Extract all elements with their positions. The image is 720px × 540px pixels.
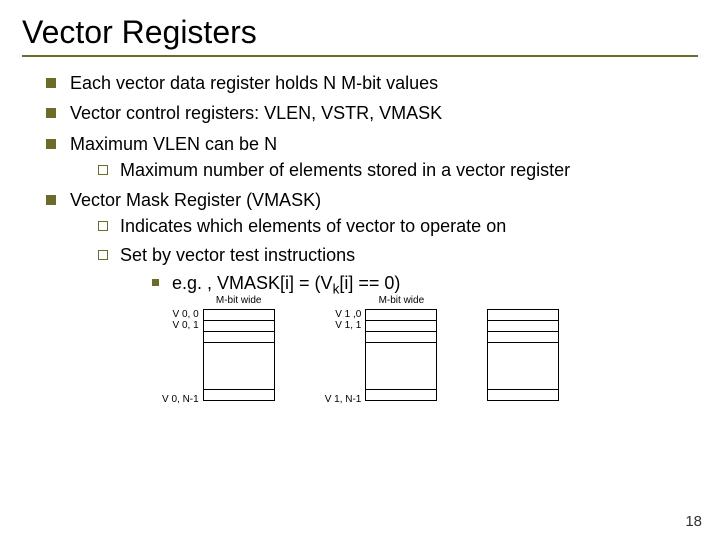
bullet-4b1-post: [i] == 0) (339, 273, 400, 293)
bullet-4: Vector Mask Register (VMASK) Indicates w… (46, 188, 698, 299)
register-v1-column: M-bit wide (365, 309, 437, 400)
label-v0-0: V 0, 0 (162, 309, 199, 320)
width-label-v0: M-bit wide (203, 295, 275, 306)
register-v0-column: M-bit wide (203, 309, 275, 400)
reg-gap (203, 342, 275, 390)
reg-gap (487, 342, 559, 390)
title-rule (22, 55, 698, 57)
register-diagrams: V 0, 0 V 0, 1 V 0, N-1 M-bit wide V 1 ,0 (22, 309, 698, 405)
bullet-3-text: Maximum VLEN can be N (70, 134, 277, 154)
register-v0-group: V 0, 0 V 0, 1 V 0, N-1 M-bit wide (162, 309, 275, 405)
label-v0-1: V 0, 1 (162, 320, 199, 331)
reg-cell (203, 389, 275, 401)
register-extra-column (487, 309, 559, 400)
bullet-4b: Set by vector test instructions e.g. , V… (98, 243, 698, 299)
label-v1-1: V 1, 1 (325, 320, 362, 331)
bullet-4-text: Vector Mask Register (VMASK) (70, 190, 321, 210)
register-v0-labels: V 0, 0 V 0, 1 V 0, N-1 (162, 309, 203, 405)
reg-cell (365, 389, 437, 401)
bullet-4b-text: Set by vector test instructions (120, 245, 355, 265)
register-extra-group (487, 309, 559, 400)
bullet-3: Maximum VLEN can be N Maximum number of … (46, 132, 698, 183)
bullet-3-sub: Maximum number of elements stored in a v… (70, 158, 698, 182)
reg-cell (487, 389, 559, 401)
bullet-list: Each vector data register holds N M-bit … (22, 71, 698, 299)
reg-gap (365, 342, 437, 390)
register-v1-group: V 1 ,0 V 1, 1 V 1, N-1 M-bit wide (325, 309, 438, 405)
page-number: 18 (685, 513, 702, 530)
label-v1-n: V 1, N-1 (325, 394, 362, 405)
register-v1-labels: V 1 ,0 V 1, 1 V 1, N-1 (325, 309, 366, 405)
width-label-v1: M-bit wide (365, 295, 437, 306)
slide-title: Vector Registers (22, 14, 698, 51)
bullet-4b1-pre: e.g. , VMASK[i] = (V (172, 273, 333, 293)
label-v1-0: V 1 ,0 (325, 309, 362, 320)
bullet-1: Each vector data register holds N M-bit … (46, 71, 698, 95)
slide: Vector Registers Each vector data regist… (0, 0, 720, 540)
bullet-3a: Maximum number of elements stored in a v… (98, 158, 698, 182)
bullet-2: Vector control registers: VLEN, VSTR, VM… (46, 101, 698, 125)
bullet-4a: Indicates which elements of vector to op… (98, 214, 698, 238)
label-v0-n: V 0, N-1 (162, 394, 199, 405)
bullet-4-sub: Indicates which elements of vector to op… (70, 214, 698, 298)
